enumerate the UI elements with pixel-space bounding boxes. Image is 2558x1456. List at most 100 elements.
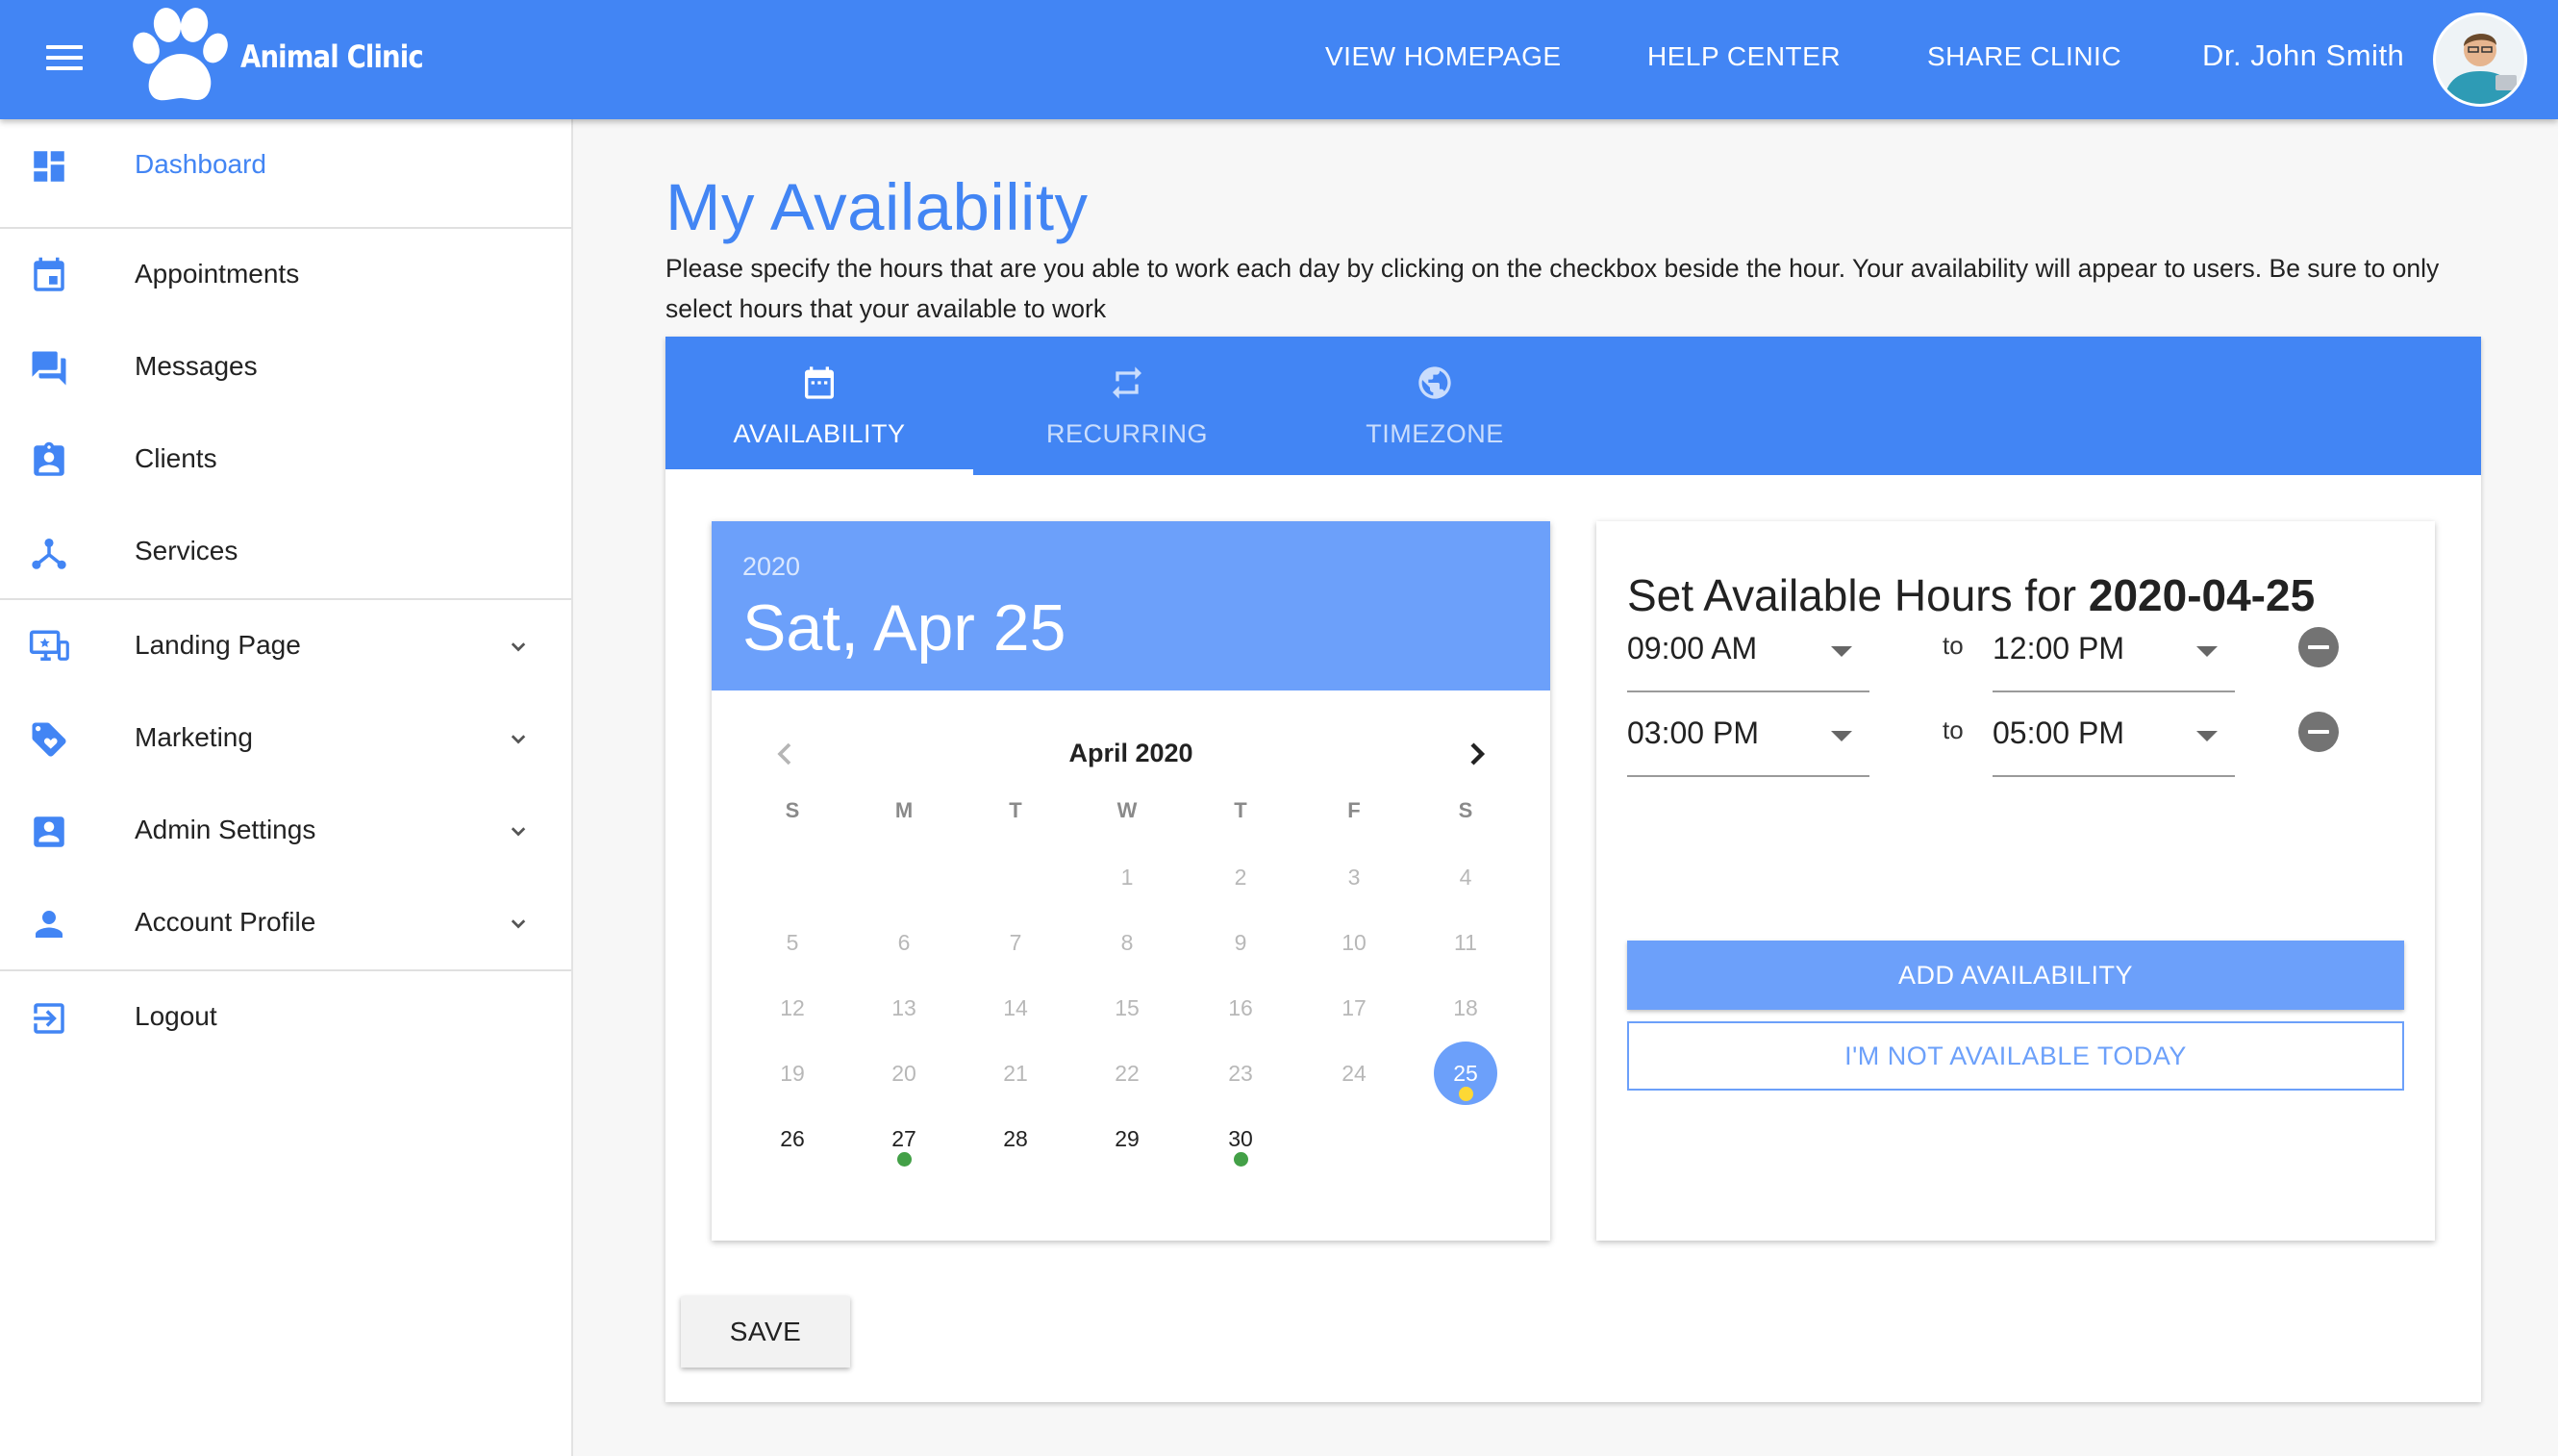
calendar-day[interactable]: 24 [1322, 1042, 1386, 1105]
weekday-label: F [1347, 798, 1361, 822]
sidebar-item-label: Landing Page [135, 630, 301, 660]
dropdown-arrow-icon [1831, 731, 1852, 741]
sidebar-item-label: Logout [135, 1001, 217, 1031]
share-clinic-link[interactable]: SHARE CLINIC [1927, 41, 2121, 72]
to-time-value: 05:00 PM [1993, 715, 2124, 750]
calendar-day[interactable]: 2 [1209, 845, 1272, 909]
sidebar-item-label: Clients [135, 443, 217, 473]
avatar[interactable] [2433, 13, 2527, 107]
availability-dot [1459, 1087, 1473, 1101]
not-available-today-button[interactable]: I'M NOT AVAILABLE TODAY [1627, 1021, 2404, 1091]
save-button[interactable]: SAVE [681, 1296, 850, 1368]
chevron-down-icon[interactable] [504, 910, 533, 939]
sidebar-item-messages[interactable]: Messages [0, 321, 571, 414]
user-name[interactable]: Dr. John Smith [2202, 38, 2404, 73]
availability-dot [1234, 1152, 1248, 1167]
chevron-down-icon[interactable] [504, 633, 533, 662]
menu-icon[interactable] [46, 45, 83, 74]
calendar-day[interactable]: 11 [1434, 911, 1497, 974]
dropdown-arrow-icon [1831, 646, 1852, 657]
calendar-day[interactable]: 3 [1322, 845, 1386, 909]
calendar-day[interactable]: 14 [984, 976, 1047, 1040]
account-box-icon [34, 816, 64, 847]
availability-panel: AVAILABILITY RECURRING TIMEZONE 2020 Sat… [665, 337, 2481, 1402]
calendar-day[interactable]: 6 [872, 911, 936, 974]
monitor-icon [29, 630, 69, 661]
dropdown-arrow-icon [2196, 646, 2218, 657]
calendar-day[interactable]: 19 [761, 1042, 824, 1105]
calendar-day[interactable]: 18 [1434, 976, 1497, 1040]
calendar-day[interactable]: 7 [984, 911, 1047, 974]
calendar-day[interactable]: 29 [1095, 1107, 1159, 1170]
to-time-select[interactable]: 12:00 PM [1993, 612, 2235, 692]
repeat-icon [1113, 366, 1141, 399]
sidebar-item-account-profile[interactable]: Account Profile [0, 877, 571, 969]
brand-name[interactable]: Animal Clinic [240, 38, 424, 75]
hours-card: Set Available Hours for 2020-04-25 09:00… [1596, 521, 2435, 1241]
avatar-image [2436, 15, 2524, 104]
chevron-down-icon[interactable] [504, 725, 533, 754]
calendar-day[interactable]: 17 [1322, 976, 1386, 1040]
calendar-icon [805, 366, 834, 399]
calendar-day[interactable]: 9 [1209, 911, 1272, 974]
from-time-select[interactable]: 03:00 PM [1627, 696, 1869, 777]
calendar-day[interactable]: 8 [1095, 911, 1159, 974]
help-center-link[interactable]: HELP CENTER [1647, 41, 1841, 72]
picker-year[interactable]: 2020 [742, 552, 800, 582]
tab-label: AVAILABILITY [733, 419, 906, 448]
weekday-label: S [785, 798, 800, 822]
logout-icon [34, 1003, 64, 1034]
calendar-day[interactable]: 15 [1095, 976, 1159, 1040]
date-picker: 2020 Sat, Apr 25 April 2020 SMTWTFS12345… [712, 521, 1550, 1241]
calendar-icon [34, 257, 64, 291]
to-time-select[interactable]: 05:00 PM [1993, 696, 2235, 777]
calendar-day[interactable]: 28 [984, 1107, 1047, 1170]
calendar-day[interactable]: 22 [1095, 1042, 1159, 1105]
chevron-down-icon[interactable] [504, 817, 533, 846]
calendar-day[interactable]: 12 [761, 976, 824, 1040]
calendar-day[interactable]: 5 [761, 911, 824, 974]
calendar-day[interactable]: 21 [984, 1042, 1047, 1105]
to-time-value: 12:00 PM [1993, 631, 2124, 665]
calendar-day[interactable]: 4 [1434, 845, 1497, 909]
from-time-value: 09:00 AM [1627, 631, 1758, 665]
paw-logo-icon [133, 8, 228, 101]
tab-timezone[interactable]: TIMEZONE [1281, 337, 1589, 475]
tab-indicator [665, 469, 973, 475]
calendar-day[interactable]: 26 [761, 1107, 824, 1170]
chat-icon [32, 351, 66, 386]
remove-range-button[interactable] [2298, 627, 2339, 667]
dropdown-arrow-icon [2196, 731, 2218, 741]
weekday-label: M [894, 798, 914, 822]
tab-recurring[interactable]: RECURRING [973, 337, 1281, 475]
sidebar-item-dashboard[interactable]: Dashboard [0, 119, 571, 212]
sidebar-item-landing-page[interactable]: Landing Page [0, 600, 571, 692]
calendar-day[interactable]: 13 [872, 976, 936, 1040]
remove-range-button[interactable] [2298, 712, 2339, 752]
from-time-select[interactable]: 09:00 AM [1627, 612, 1869, 692]
globe-icon [1418, 366, 1451, 399]
sidebar-item-services[interactable]: Services [0, 506, 571, 598]
calendar-day[interactable]: 23 [1209, 1042, 1272, 1105]
sidebar-item-clients[interactable]: Clients [0, 414, 571, 506]
sidebar-item-label: Services [135, 536, 238, 565]
tab-label: RECURRING [1045, 419, 1208, 448]
sidebar-item-logout[interactable]: Logout [0, 971, 571, 1064]
calendar-day[interactable]: 10 [1322, 911, 1386, 974]
sidebar-item-marketing[interactable]: Marketing [0, 692, 571, 785]
sidebar-item-label: Marketing [135, 722, 253, 752]
calendar-day[interactable]: 16 [1209, 976, 1272, 1040]
month-label[interactable]: April 2020 [712, 739, 1550, 768]
sidebar-item-appointments[interactable]: Appointments [0, 229, 571, 321]
add-availability-button[interactable]: ADD AVAILABILITY [1627, 941, 2404, 1010]
person-icon [36, 911, 63, 938]
sidebar: Dashboard Appointments Messages Clients … [0, 119, 573, 1456]
sidebar-item-label: Account Profile [135, 907, 316, 937]
tab-bar: AVAILABILITY RECURRING TIMEZONE [665, 337, 2481, 475]
view-homepage-link[interactable]: VIEW HOMEPAGE [1325, 41, 1562, 72]
calendar-day[interactable]: 1 [1095, 845, 1159, 909]
chevron-right-icon[interactable] [1458, 735, 1496, 773]
tab-availability[interactable]: AVAILABILITY [665, 337, 973, 475]
sidebar-item-admin-settings[interactable]: Admin Settings [0, 785, 571, 877]
calendar-day[interactable]: 20 [872, 1042, 936, 1105]
